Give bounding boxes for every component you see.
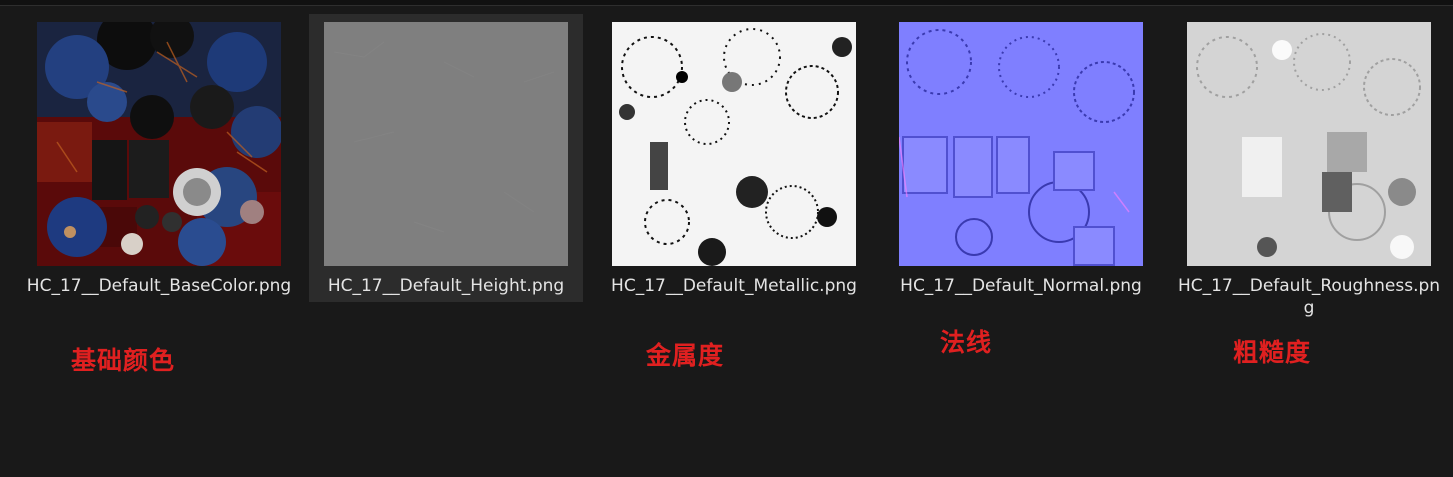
roughness-texture-image <box>1187 22 1431 266</box>
normal-thumbnail <box>899 22 1143 266</box>
file-name: HC_17__Default_Metallic.png <box>611 276 857 296</box>
annotation-roughness: 粗糙度 <box>1233 338 1312 367</box>
basecolor-texture-image <box>37 22 281 266</box>
annotation-basecolor: 基础颜色 <box>71 346 176 375</box>
file-name: HC_17__Default_Roughness.png <box>1177 276 1441 318</box>
file-item-normal[interactable]: HC_17__Default_Normal.png <box>884 14 1158 302</box>
file-item-metallic[interactable]: HC_17__Default_Metallic.png <box>597 14 871 302</box>
file-item-basecolor[interactable]: HC_17__Default_BaseColor.png <box>22 14 296 302</box>
file-name: HC_17__Default_BaseColor.png <box>26 276 292 296</box>
window-top-border <box>0 0 1453 6</box>
metallic-thumbnail <box>612 22 856 266</box>
height-texture-image <box>324 22 568 266</box>
file-name: HC_17__Default_Normal.png <box>900 276 1142 296</box>
roughness-thumbnail <box>1187 22 1431 266</box>
file-item-height[interactable]: HC_17__Default_Height.png <box>309 14 583 302</box>
annotation-metallic: 金属度 <box>646 341 725 370</box>
file-item-roughness[interactable]: HC_17__Default_Roughness.png <box>1172 14 1446 318</box>
normal-texture-image <box>899 22 1143 266</box>
annotation-normal: 法线 <box>940 328 993 357</box>
file-name: HC_17__Default_Height.png <box>327 276 565 296</box>
height-thumbnail <box>324 22 568 266</box>
basecolor-thumbnail <box>37 22 281 266</box>
metallic-texture-image <box>612 22 856 266</box>
